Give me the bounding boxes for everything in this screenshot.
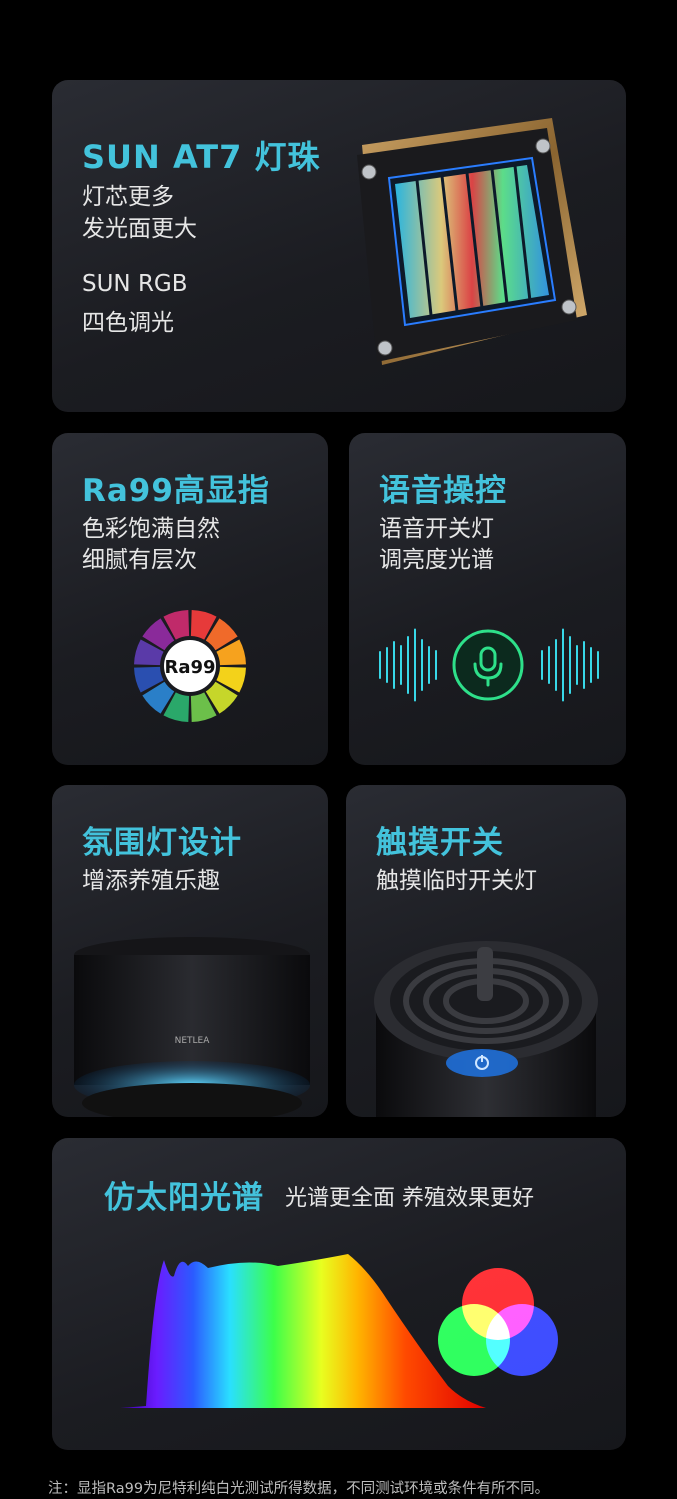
- lamp-top-image: [374, 941, 598, 1117]
- brand-logo: NETLEA: [175, 1036, 211, 1046]
- spectrum-curve-graphic: [120, 1254, 486, 1408]
- led-line-1: 灯芯更多: [82, 184, 174, 210]
- ra99-title: Ra99高显指: [82, 473, 270, 509]
- spectrum-feature-card: 仿太阳光谱 光谱更全面 养殖效果更好: [52, 1138, 626, 1450]
- led-feature-card: SUN AT7 灯珠 灯芯更多 发光面更大 SUN RGB 四色调光: [52, 80, 626, 412]
- footnote: 注：显指Ra99为尼特利纯白光测试所得数据，不同测试环境或条件有所不同。: [48, 1481, 550, 1497]
- touch-title: 触摸开关: [376, 825, 504, 861]
- touch-switch-card: 触摸开关 触摸临时开关灯: [346, 785, 626, 1117]
- ambient-title: 氛围灯设计: [82, 825, 242, 861]
- ra99-line-2: 细腻有层次: [82, 547, 197, 573]
- ambient-line-1: 增添养殖乐趣: [82, 868, 220, 894]
- lamp-ambient-image: NETLEA: [74, 937, 310, 1117]
- spectrum-title: 仿太阳光谱: [104, 1180, 264, 1216]
- ra99-badge: Ra99: [164, 657, 215, 678]
- voice-title: 语音操控: [379, 473, 507, 509]
- spectrum-subtitle: 光谱更全面 养殖效果更好: [285, 1186, 534, 1211]
- led-chip-image: [357, 118, 587, 365]
- rgb-venn-graphic: [438, 1268, 558, 1376]
- ambient-light-card: 氛围灯设计 增添养殖乐趣 NETLEA: [52, 785, 328, 1117]
- voice-feature-card: 语音操控 语音开关灯 调亮度光谱: [349, 433, 626, 765]
- led-line-2: 发光面更大: [82, 216, 197, 242]
- voice-wave-graphic: [379, 628, 599, 702]
- voice-line-2: 调亮度光谱: [379, 547, 494, 573]
- led-line-3: SUN RGB: [82, 271, 188, 297]
- voice-line-1: 语音开关灯: [379, 516, 494, 542]
- led-line-4: 四色调光: [82, 310, 174, 336]
- led-title: SUN AT7 灯珠: [82, 138, 321, 176]
- touch-line-1: 触摸临时开关灯: [376, 868, 537, 894]
- color-wheel-icon: Ra99: [134, 610, 246, 722]
- ra99-feature-card: Ra99高显指 色彩饱满自然 细腻有层次 Ra99: [52, 433, 328, 765]
- ra99-line-1: 色彩饱满自然: [82, 516, 220, 542]
